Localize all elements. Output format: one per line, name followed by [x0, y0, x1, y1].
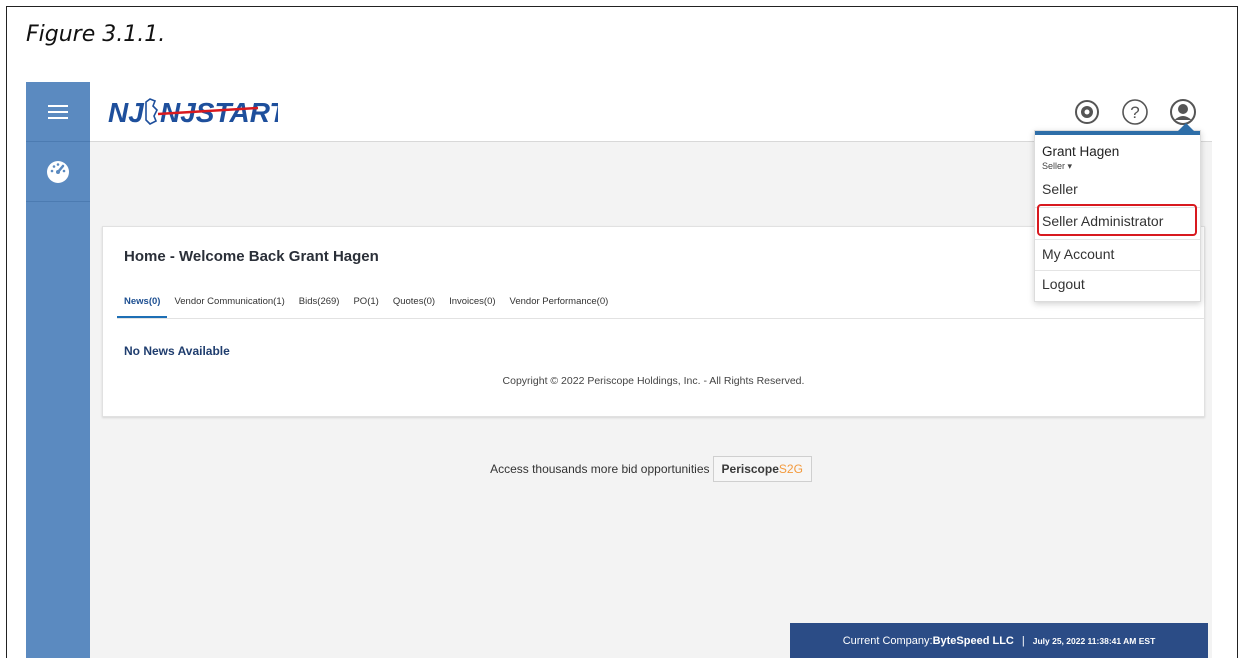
- tab-bids[interactable]: Bids(269): [292, 290, 347, 318]
- home-tabs: News(0) Vendor Communication(1) Bids(269…: [117, 290, 615, 318]
- company-label: Current Company:: [842, 634, 933, 647]
- dashboard-button[interactable]: [26, 142, 90, 202]
- menu-button[interactable]: [26, 82, 90, 142]
- menu-item-seller-administrator[interactable]: Seller Administrator: [1035, 213, 1200, 229]
- menu-divider: [1035, 207, 1200, 208]
- no-news-message: No News Available: [124, 344, 230, 358]
- company-name: ByteSpeed LLC: [932, 634, 1014, 647]
- dropdown-accent-bar: [1035, 131, 1200, 135]
- tab-news[interactable]: News(0): [117, 290, 168, 318]
- menu-divider: [1035, 270, 1200, 271]
- tab-vendor-performance[interactable]: Vendor Performance(0): [503, 290, 616, 318]
- s2g-label: S2G: [778, 462, 803, 476]
- promo-row: Access thousands more bid opportunities …: [26, 456, 1212, 482]
- njstart-logo[interactable]: NJ NJSTART: [108, 92, 289, 132]
- hamburger-icon: [48, 104, 68, 119]
- periscope-label: Periscope: [721, 462, 779, 476]
- settings-button[interactable]: [1070, 95, 1104, 129]
- menu-item-logout[interactable]: Logout: [1035, 276, 1200, 292]
- footer-separator: |: [1021, 634, 1025, 647]
- footer-datetime: July 25, 2022 11:38:41 AM EST: [1032, 635, 1156, 646]
- user-icon: [1170, 99, 1196, 125]
- periscope-s2g-button[interactable]: Periscope S2G: [712, 456, 812, 482]
- gear-icon: [1075, 100, 1099, 124]
- dashboard-icon: [47, 160, 69, 183]
- tab-po[interactable]: PO(1): [346, 290, 385, 318]
- tab-vendor-communication[interactable]: Vendor Communication(1): [167, 290, 291, 318]
- role-selector[interactable]: Seller ▾: [1042, 161, 1072, 172]
- dropdown-caret: [1178, 123, 1194, 131]
- menu-item-my-account[interactable]: My Account: [1035, 246, 1200, 262]
- app-window: NJ NJSTART ? Home - Welcome Back Grant H…: [26, 82, 1212, 658]
- user-name: Grant Hagen: [1042, 144, 1120, 159]
- copyright-text: Copyright © 2022 Periscope Holdings, Inc…: [502, 375, 805, 387]
- page-title: Home - Welcome Back Grant Hagen: [124, 248, 379, 265]
- svg-text:NJ: NJ: [108, 97, 145, 128]
- tab-invoices[interactable]: Invoices(0): [442, 290, 502, 318]
- menu-divider: [1035, 239, 1200, 240]
- tabs-divider: [117, 318, 1204, 319]
- tab-quotes[interactable]: Quotes(0): [386, 290, 442, 318]
- help-button[interactable]: ?: [1118, 95, 1152, 129]
- figure-caption: Figure 3.1.1.: [26, 22, 166, 47]
- status-footer: Current Company: ByteSpeed LLC | July 25…: [790, 623, 1208, 658]
- menu-item-seller[interactable]: Seller: [1035, 181, 1200, 197]
- user-menu-dropdown: Grant Hagen Seller ▾ Seller Seller Admin…: [1034, 123, 1201, 302]
- help-icon: ?: [1122, 99, 1148, 125]
- promo-text: Access thousands more bid opportunities: [490, 462, 710, 476]
- svg-text:?: ?: [1130, 103, 1139, 122]
- left-rail: [26, 82, 90, 658]
